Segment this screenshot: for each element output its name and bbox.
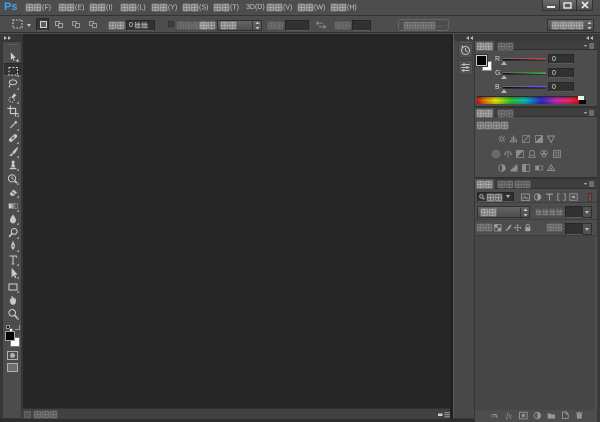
svg-text:fx: fx [506, 411, 512, 420]
